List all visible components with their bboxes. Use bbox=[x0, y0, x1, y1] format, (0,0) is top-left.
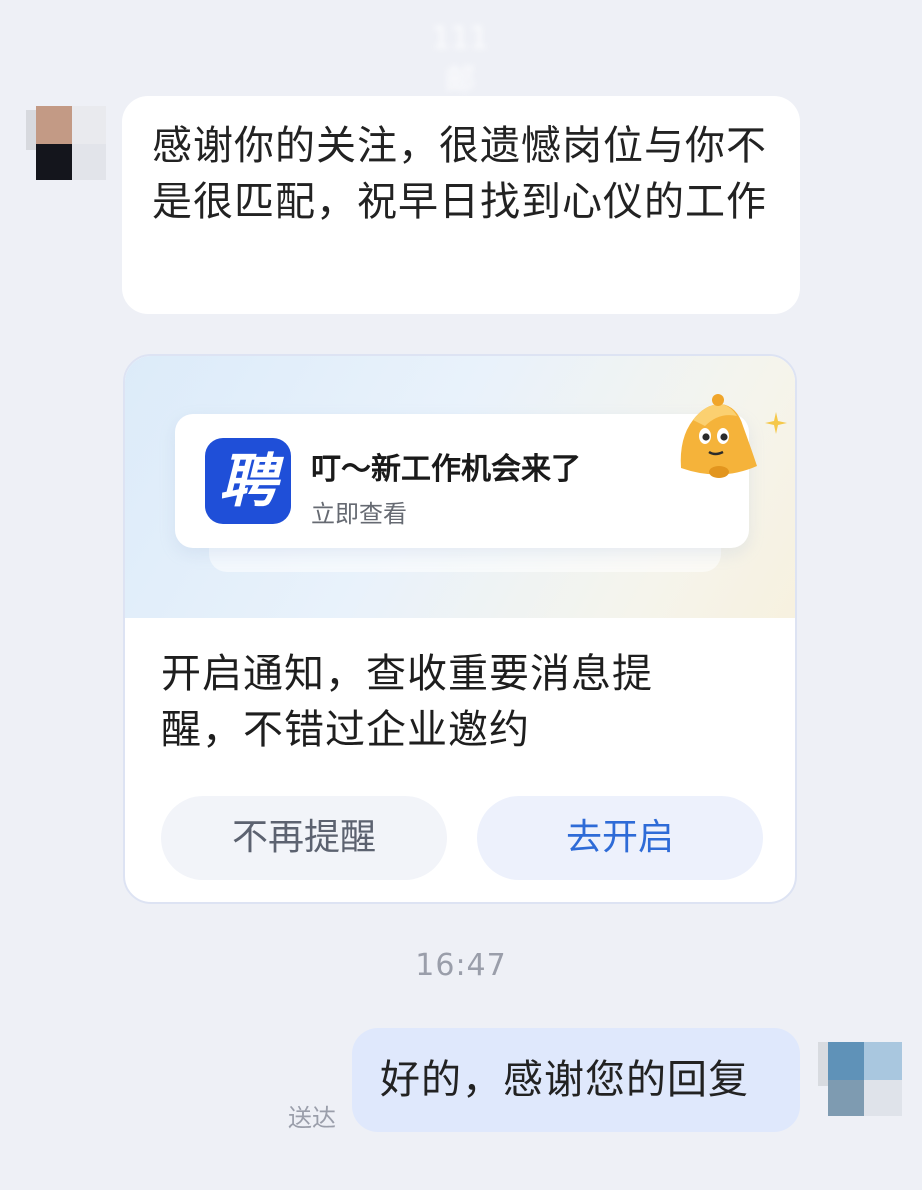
outgoing-message-bubble[interactable]: 好的，感谢您的回复 bbox=[352, 1028, 800, 1132]
incoming-message-bubble[interactable]: 感谢你的关注，很遗憾岗位与你不是很匹配，祝早日找到心仪的工作 bbox=[122, 96, 800, 314]
delivery-status: 送达 bbox=[288, 1104, 336, 1132]
incoming-message-text: 感谢你的关注，很遗憾岗位与你不是很匹配，祝早日找到心仪的工作 bbox=[152, 123, 767, 225]
app-logo-icon: 聘 bbox=[205, 438, 291, 524]
card-banner: 聘 叮～新工作机会来了 立即查看 bbox=[125, 356, 795, 618]
contact-avatar[interactable] bbox=[26, 106, 106, 182]
enable-notifications-button[interactable]: 去开启 bbox=[477, 796, 763, 880]
user-avatar[interactable] bbox=[818, 1042, 902, 1118]
notification-preview-title: 叮～新工作机会来了 bbox=[311, 452, 581, 487]
notification-preview-subtitle: 立即查看 bbox=[311, 500, 407, 528]
message-timestamp: 16:47 bbox=[415, 948, 507, 983]
dismiss-reminder-button[interactable]: 不再提醒 bbox=[161, 796, 447, 880]
notification-prompt-card: 聘 叮～新工作机会来了 立即查看 开启通知，查收重要消息提醒，不错过企业邀约 不… bbox=[123, 354, 797, 904]
notification-preview: 聘 叮～新工作机会来了 立即查看 bbox=[175, 414, 749, 548]
bell-mascot-icon bbox=[680, 394, 757, 478]
contact-name-obscured: 111 邮 bbox=[431, 21, 489, 98]
outgoing-message-text: 好的，感谢您的回复 bbox=[380, 1057, 749, 1103]
notification-prompt-text: 开启通知，查收重要消息提醒，不错过企业邀约 bbox=[161, 651, 653, 753]
sparkle-icon bbox=[765, 412, 787, 434]
